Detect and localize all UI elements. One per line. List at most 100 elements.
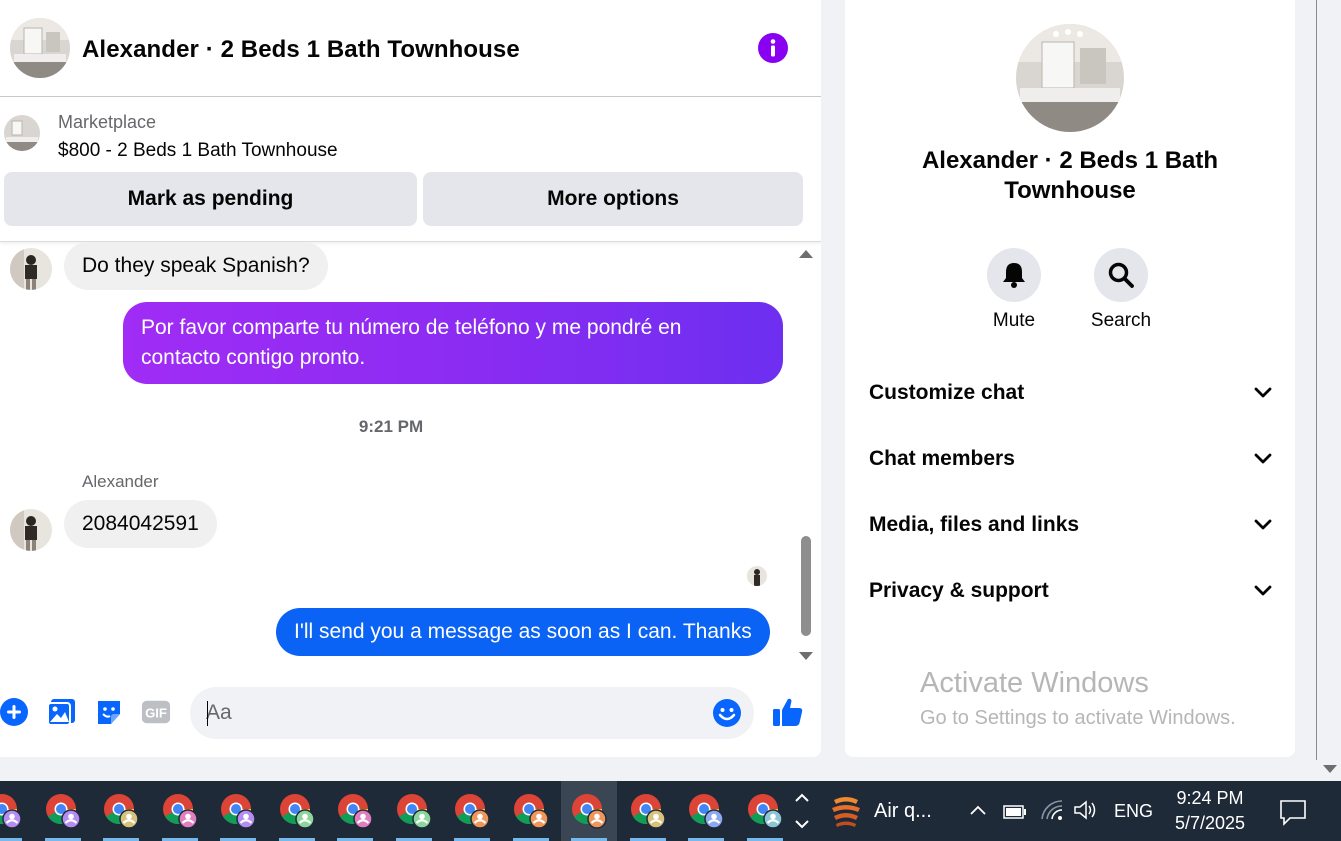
gif-icon-label: GIF: [145, 706, 167, 721]
chevron-down-icon: [1254, 585, 1272, 596]
air-quality-icon: [832, 797, 860, 827]
photo-icon[interactable]: [47, 697, 77, 727]
chrome-icon: [163, 794, 198, 829]
message-composer: GIF: [0, 680, 821, 746]
sender-avatar[interactable]: [10, 509, 52, 551]
section-label: Customize chat: [869, 381, 1025, 404]
search-label: Search: [1090, 310, 1152, 331]
more-options-button[interactable]: More options: [423, 172, 803, 226]
clock-date: 5/7/2025: [1174, 813, 1246, 833]
chrome-icon: [280, 794, 315, 829]
section-media-files-links[interactable]: Media, files and links: [869, 505, 1273, 545]
bell-icon: [1003, 263, 1025, 288]
taskbar-chrome-window[interactable]: [503, 781, 559, 841]
message-bubble-incoming[interactable]: 2084042591: [64, 500, 217, 548]
taskbar-scroll[interactable]: [790, 781, 814, 841]
gif-icon[interactable]: GIF: [141, 697, 171, 727]
profile-avatar[interactable]: [1016, 24, 1124, 132]
thumbs-up-icon[interactable]: [772, 696, 804, 728]
message-timestamp: 9:21 PM: [358, 417, 424, 436]
taskbar-chrome-window[interactable]: [678, 781, 734, 841]
conversation-title[interactable]: Alexander · 2 Beds 1 Bath Townhouse: [82, 36, 520, 64]
notification-icon[interactable]: [1278, 797, 1308, 827]
section-label: Media, files and links: [869, 513, 1080, 536]
chrome-icon: [514, 794, 549, 829]
taskbar-chrome-window[interactable]: [210, 781, 266, 841]
taskbar-chrome-window[interactable]: [444, 781, 500, 841]
activate-windows-watermark: Activate Windows: [920, 667, 1149, 699]
chevron-down-icon: [1254, 519, 1272, 530]
message-input[interactable]: [206, 687, 696, 739]
taskbar-chrome-window[interactable]: [152, 781, 208, 841]
message-scrollbar[interactable]: [795, 242, 819, 667]
language-indicator[interactable]: ENG: [1114, 801, 1153, 822]
section-chat-members[interactable]: Chat members: [869, 439, 1273, 479]
sender-avatar[interactable]: [10, 248, 52, 290]
chrome-icon: [46, 794, 81, 829]
section-label: Privacy & support: [869, 579, 1049, 602]
section-privacy-support[interactable]: Privacy & support: [869, 571, 1273, 611]
search-button[interactable]: [1094, 248, 1148, 302]
taskbar-chrome-window[interactable]: [620, 781, 676, 841]
taskbar-chrome-window[interactable]: [269, 781, 325, 841]
section-customize-chat[interactable]: Customize chat: [869, 373, 1273, 413]
taskbar-chrome-window[interactable]: [93, 781, 149, 841]
page-scroll-down-arrow[interactable]: [1323, 765, 1337, 773]
text-caret: [207, 701, 208, 726]
message-input-container[interactable]: [190, 687, 754, 739]
conversation-avatar[interactable]: [10, 18, 70, 78]
activate-windows-hint: Go to Settings to activate Windows.: [920, 707, 1236, 729]
chrome-icon: [397, 794, 432, 829]
show-hidden-icons-icon[interactable]: [968, 801, 988, 822]
sender-name: Alexander: [82, 472, 159, 491]
message-bubble-outgoing[interactable]: I'll send you a message as soon as I can…: [276, 608, 770, 656]
mark-as-pending-button[interactable]: Mark as pending: [4, 172, 417, 226]
weather-label: Air q...: [874, 799, 932, 822]
chrome-icon: [748, 794, 783, 829]
seen-indicator-avatar: [747, 566, 767, 586]
plus-icon[interactable]: [0, 697, 29, 727]
weather-widget[interactable]: Air q...: [830, 791, 932, 831]
chevron-down-icon: [1254, 453, 1272, 464]
battery-icon[interactable]: [1003, 803, 1027, 824]
chrome-icon: [631, 794, 666, 829]
section-label: Chat members: [869, 447, 1015, 470]
message-line: contacto contigo pronto.: [141, 346, 366, 369]
chrome-icon: [221, 794, 256, 829]
taskbar-chrome-window[interactable]: [35, 781, 91, 841]
windows-taskbar: Air q... ENG 9:24 PM 5/7/2025: [0, 781, 1341, 841]
mute-button[interactable]: [987, 248, 1041, 302]
listing-thumbnail[interactable]: [4, 115, 40, 151]
message-list: Do they speak Spanish? Por favor compart…: [0, 242, 821, 667]
chat-panel: Alexander · 2 Beds 1 Bath Townhouse Mark…: [0, 0, 821, 757]
listing-title[interactable]: $800 - 2 Beds 1 Bath Townhouse: [58, 140, 338, 162]
message-line: Por favor comparte tu número de teléfono…: [141, 316, 682, 339]
scroll-down-arrow[interactable]: [799, 652, 813, 660]
chrome-icon: [0, 794, 22, 829]
chat-header: Alexander · 2 Beds 1 Bath Townhouse: [0, 0, 821, 97]
sticker-icon[interactable]: [94, 697, 124, 727]
message-bubble-incoming[interactable]: Do they speak Spanish?: [64, 242, 328, 290]
chrome-icon: [572, 794, 607, 829]
scroll-up-arrow[interactable]: [799, 250, 813, 258]
taskbar-chrome-window[interactable]: [386, 781, 442, 841]
profile-title: Alexander · 2 Beds 1 Bath Townhouse: [921, 147, 1219, 204]
chrome-icon: [338, 794, 373, 829]
message-bubble-outgoing[interactable]: Por favor comparte tu número de teléfono…: [123, 302, 783, 384]
listing-source: Marketplace: [58, 112, 157, 132]
taskbar-chrome-window[interactable]: [561, 781, 617, 841]
info-icon[interactable]: [758, 33, 788, 63]
volume-icon[interactable]: [1073, 799, 1099, 826]
taskbar-chrome-window[interactable]: [0, 781, 32, 841]
taskbar-chrome-window[interactable]: [327, 781, 383, 841]
wifi-icon[interactable]: [1040, 799, 1064, 826]
search-icon: [1108, 262, 1134, 288]
taskbar-clock[interactable]: 9:24 PM 5/7/2025: [1160, 786, 1260, 836]
taskbar-chrome-window[interactable]: [737, 781, 793, 841]
marketplace-listing: Marketplace $800 - 2 Beds 1 Bath Townhou…: [0, 97, 821, 242]
window-border: [1316, 0, 1317, 760]
emoji-icon[interactable]: [712, 698, 742, 728]
chrome-icon: [689, 794, 724, 829]
scrollbar-thumb[interactable]: [801, 536, 811, 636]
chrome-icon: [455, 794, 490, 829]
